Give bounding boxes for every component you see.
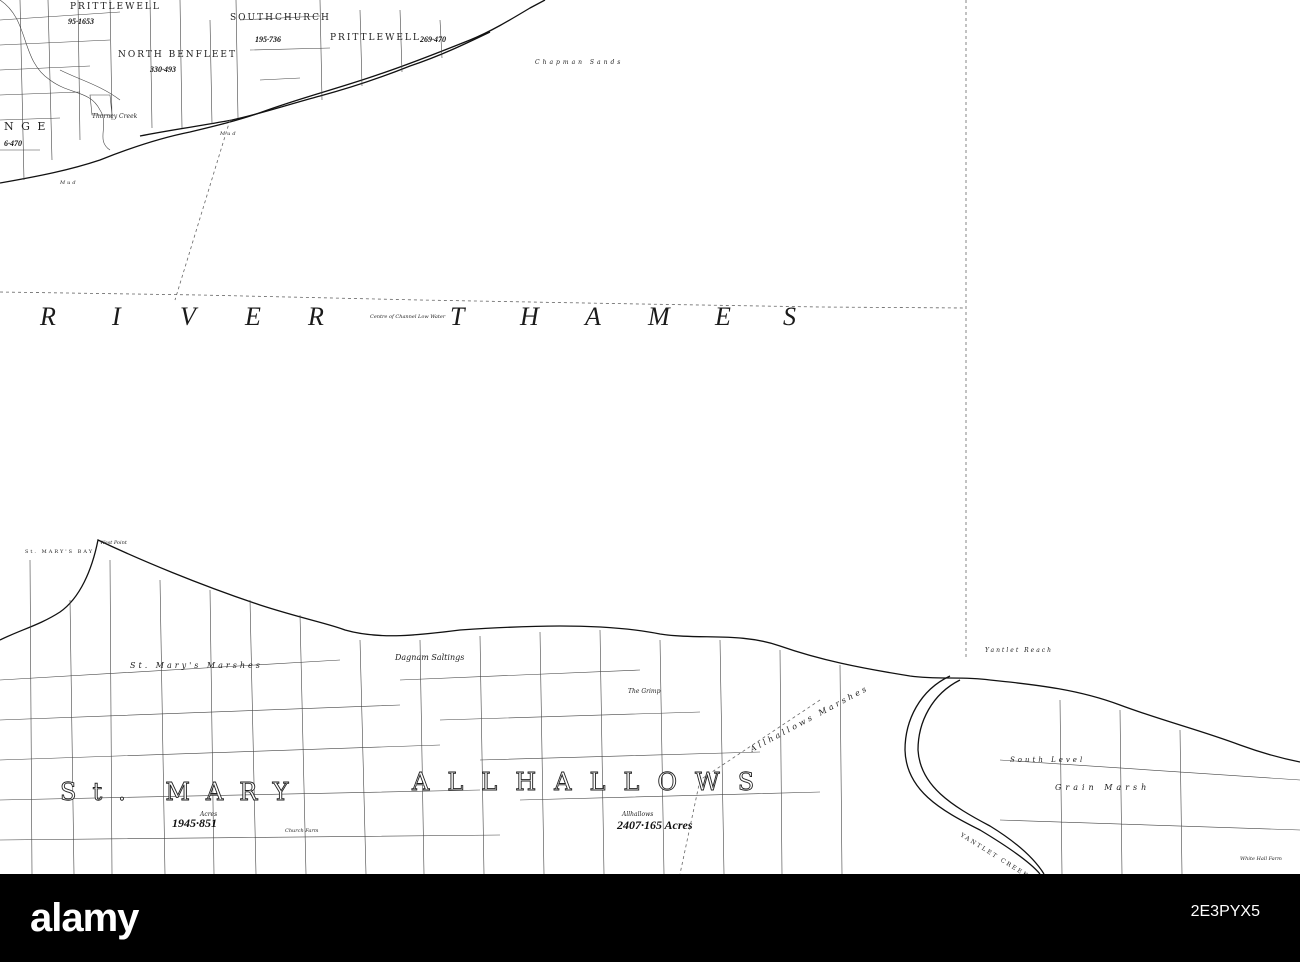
north-labels: PRITTLEWELL SOUTHCHURCH PRITTLEWELL NORT… bbox=[4, 2, 623, 186]
river-letter: H bbox=[519, 302, 540, 331]
label-church-farm: Church Farm bbox=[285, 828, 319, 834]
st-mary-acres: 1945·851 bbox=[172, 816, 217, 830]
label-st-marys-bay: St. MARY'S BAY bbox=[25, 549, 94, 555]
label-prittlewell: PRITTLEWELL bbox=[330, 33, 421, 43]
river-letter: R bbox=[307, 302, 324, 331]
map-canvas: PRITTLEWELL SOUTHCHURCH PRITTLEWELL NORT… bbox=[0, 0, 1300, 874]
acres-a: 95·1653 bbox=[68, 17, 94, 26]
label-allhallows-marshes: Allhallows Marshes bbox=[748, 683, 871, 754]
footer-bar: alamy 2E3PYX5 bbox=[0, 874, 1300, 962]
south-coastline bbox=[0, 539, 991, 681]
river-letter: E bbox=[244, 302, 261, 331]
river-letter: M bbox=[647, 302, 671, 331]
acres-b: 195·736 bbox=[255, 35, 281, 44]
label-st-marys-marshes: St. Mary's Marshes bbox=[130, 661, 263, 670]
river-letter: I bbox=[111, 302, 122, 331]
allhallows-acres: 2407·165 Acres bbox=[616, 818, 693, 832]
label-chapman-sands: Chapman Sands bbox=[535, 59, 623, 66]
label-thorney-creek: Thorney Creek bbox=[92, 113, 138, 120]
label-prittlewell-tl: PRITTLEWELL bbox=[70, 2, 161, 12]
label-allhallows-village: Allhallows bbox=[621, 811, 653, 818]
channel-centre-line bbox=[0, 291, 967, 309]
grain-east-shore bbox=[989, 679, 1300, 763]
label-white-hall: White Hall Farm bbox=[1240, 856, 1282, 862]
label-grain-marsh: Grain Marsh bbox=[1055, 783, 1150, 792]
river-letter: S bbox=[783, 302, 796, 331]
label-nge: N G E bbox=[4, 120, 47, 133]
label-yantlet-creek: YANTLET CREEK bbox=[958, 831, 1030, 874]
river-letter: V bbox=[180, 302, 199, 331]
label-dagnam-saltings: Dagnam Saltings bbox=[394, 653, 464, 662]
ordnance-survey-map: PRITTLEWELL SOUTHCHURCH PRITTLEWELL NORT… bbox=[0, 0, 1300, 874]
label-west-point: West Point bbox=[100, 540, 128, 546]
river-letter: R bbox=[39, 302, 56, 331]
image-id: 2E3PYX5 bbox=[1191, 902, 1260, 921]
north-seawall bbox=[139, 31, 491, 137]
acres-d: 330·493 bbox=[149, 65, 176, 74]
river-letter: A bbox=[583, 302, 601, 331]
image-id-value: 2E3PYX5 bbox=[1190, 903, 1260, 920]
label-south-level: South Level bbox=[1010, 756, 1085, 764]
label-mud-2: Mud bbox=[59, 180, 78, 186]
parish-boundary-north bbox=[174, 119, 231, 301]
parish-allhallows: ALLHALLOWS bbox=[411, 768, 772, 796]
parish-labels: St. MARY ALLHALLOWS Acres 1945·851 2407·… bbox=[60, 768, 772, 832]
label-channel-centre: Centre of Channel Low Water bbox=[370, 314, 446, 320]
acres-c: 269·470 bbox=[419, 35, 446, 44]
label-yantlet-reach: Yantlet Reach bbox=[985, 647, 1053, 654]
parish-st-mary: St. MARY bbox=[60, 778, 304, 806]
label-the-grimp: The Grimp bbox=[628, 688, 661, 695]
label-southchurch: SOUTHCHURCH bbox=[230, 13, 331, 23]
north-field-lines bbox=[0, 0, 443, 181]
brand-logo: alamy bbox=[30, 896, 139, 940]
label-north-benfleet: NORTH BENFLEET bbox=[118, 50, 237, 60]
north-coastline bbox=[0, 0, 546, 184]
river-letter: E bbox=[714, 302, 731, 331]
acres-e: 6·470 bbox=[4, 139, 22, 148]
river-letter: T bbox=[450, 302, 466, 331]
label-mud-1: Mud bbox=[219, 131, 238, 137]
